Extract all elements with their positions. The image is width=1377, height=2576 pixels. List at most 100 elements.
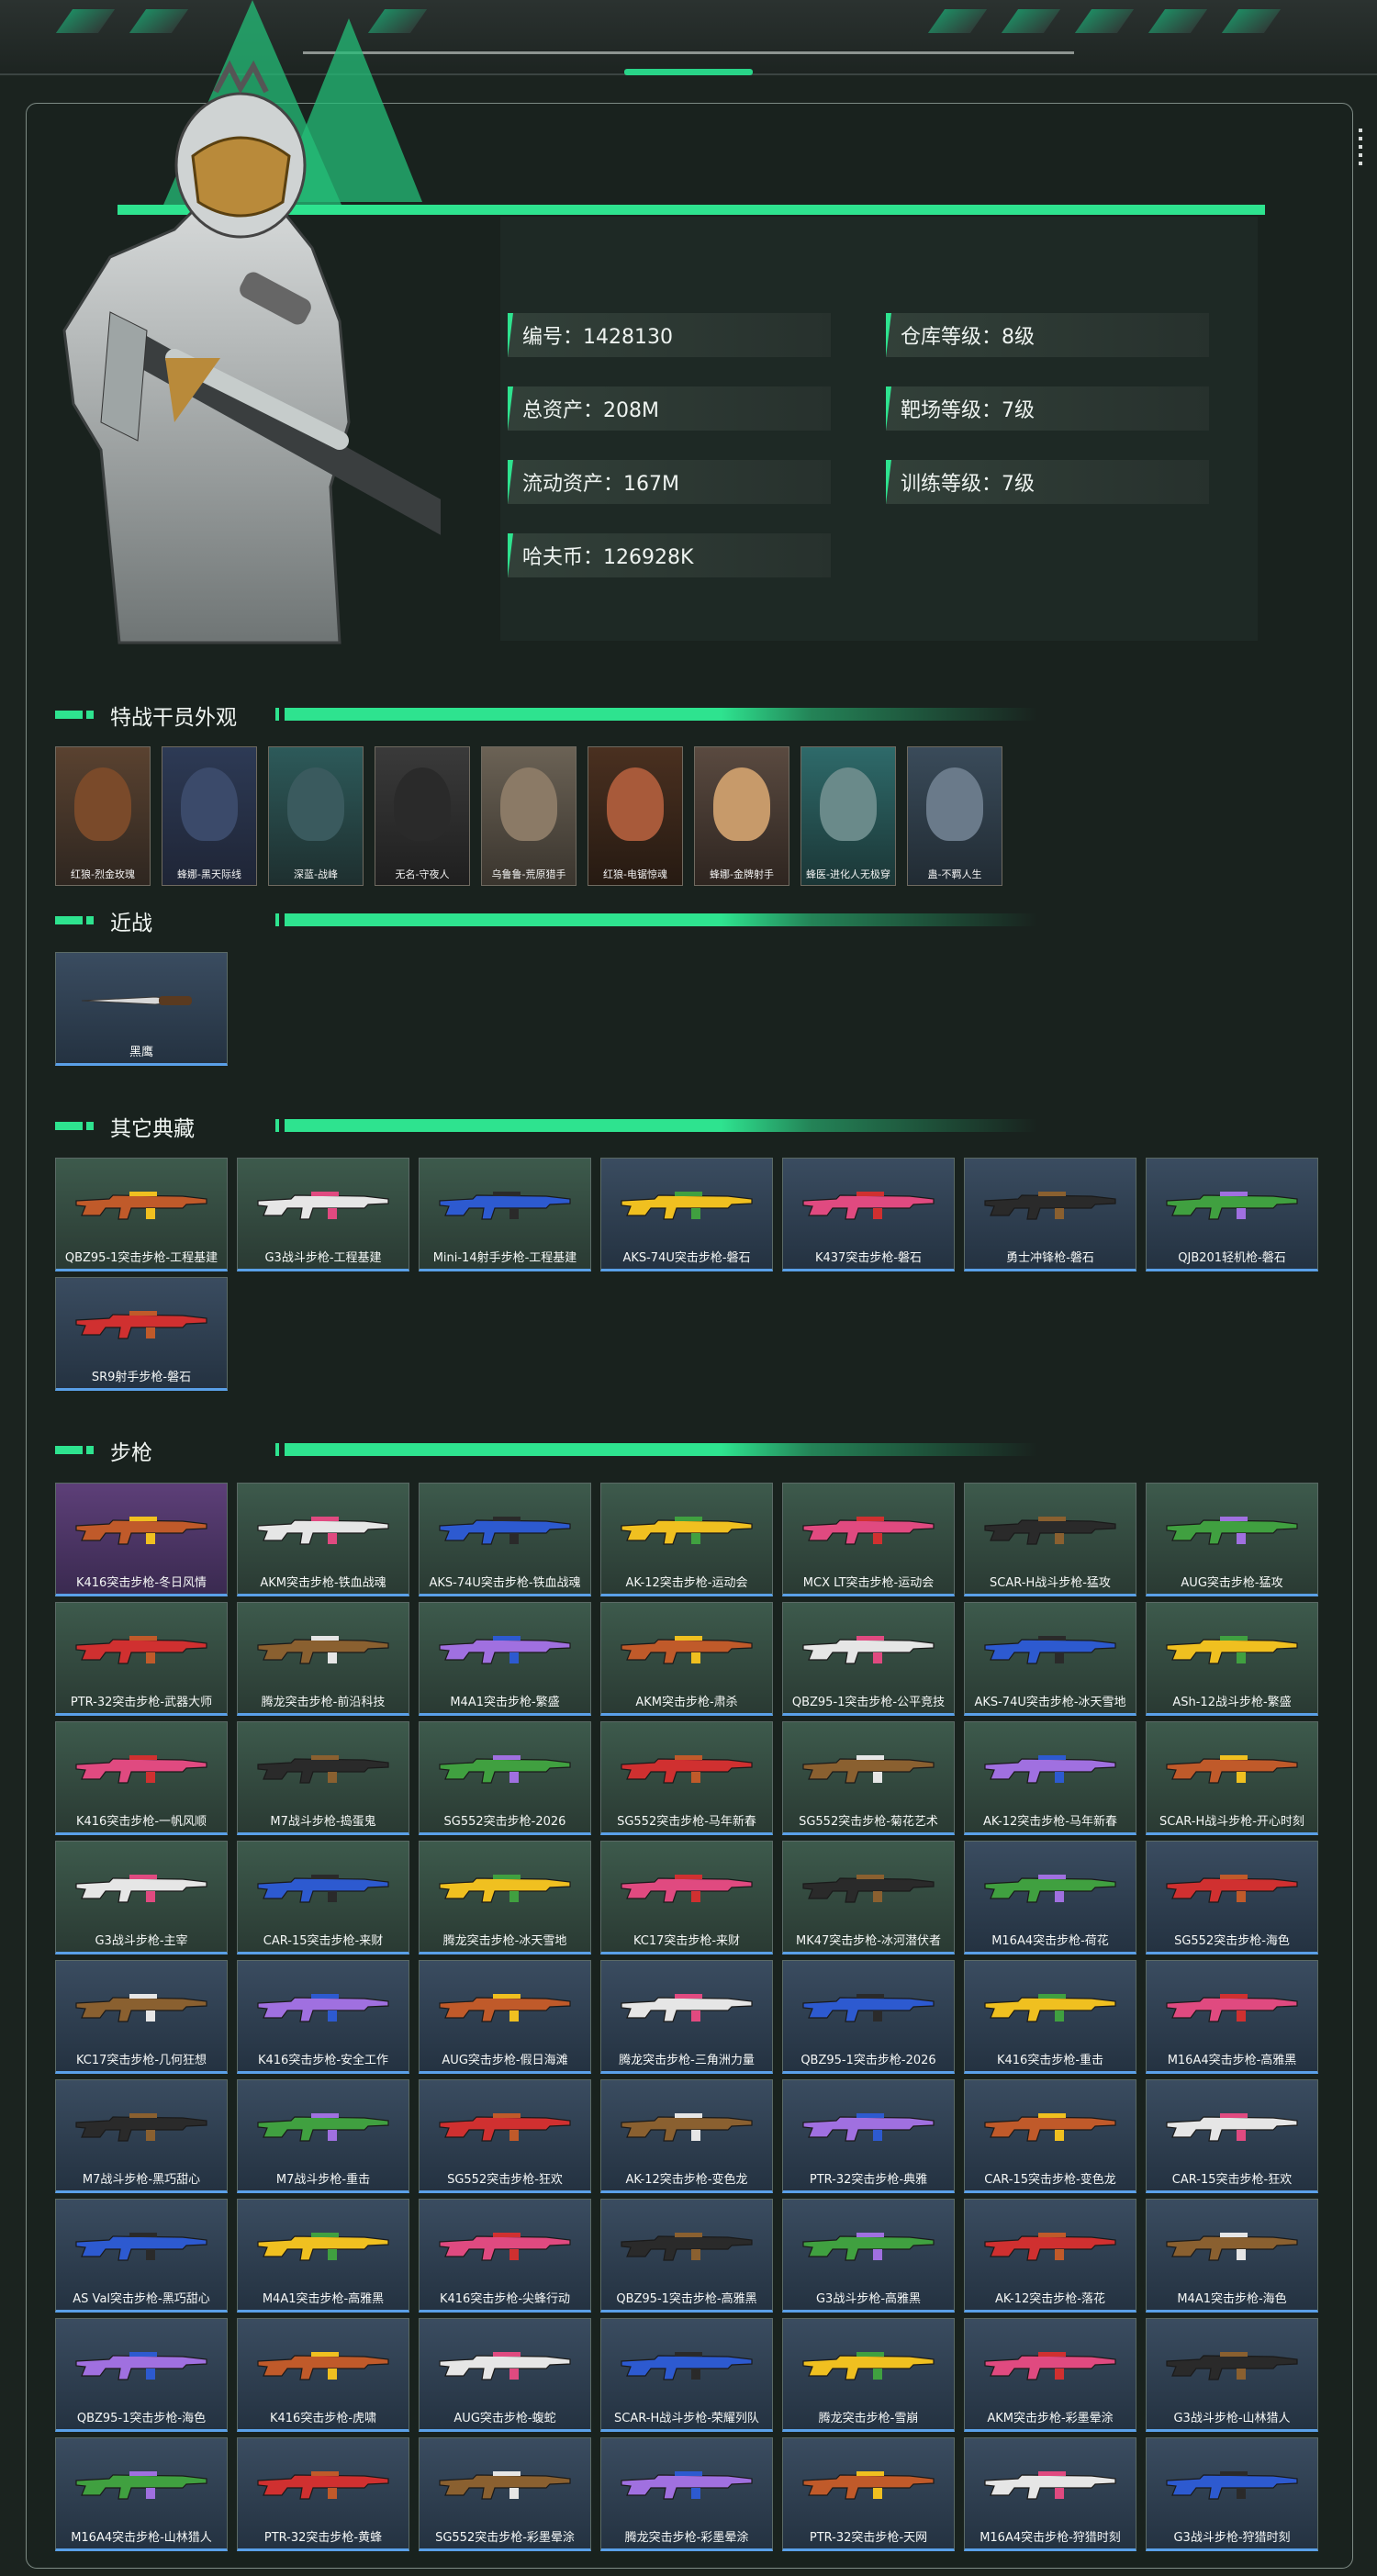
operator-skin-card[interactable]: 红狼-烈金玫瑰 — [55, 746, 151, 886]
rifle-weapon-card[interactable]: K416突击步枪-重击 — [964, 1960, 1136, 2074]
rifle-weapon-card[interactable]: AK-12突击步枪-马年新春 — [964, 1721, 1136, 1835]
operator-skin-card[interactable]: 乌鲁鲁-荒原猎手 — [481, 746, 577, 886]
rifle-weapon-card[interactable]: AS Val突击步枪-黑巧甜心 — [55, 2199, 228, 2313]
rifle-weapon-card[interactable]: SG552突击步枪-狂欢 — [419, 2079, 591, 2193]
rifle-weapon-card[interactable]: SG552突击步枪-海色 — [1146, 1841, 1318, 1954]
rifle-weapon-card[interactable]: K416突击步枪-一帆风顺 — [55, 1721, 228, 1835]
rifle-weapon-card[interactable]: 腾龙突击步枪-前沿科技 — [237, 1602, 409, 1716]
rifle-weapon-card[interactable]: AK-12突击步枪-落花 — [964, 2199, 1136, 2313]
rifle-weapon-card[interactable]: 腾龙突击步枪-雪崩 — [782, 2318, 955, 2432]
operator-skin-card[interactable]: 蛊-不羁人生 — [907, 746, 1002, 886]
weapon-label: 勇士冲锋枪-磐石 — [1006, 1251, 1094, 1265]
rifle-weapon-card[interactable]: AUG突击步枪-蝮蛇 — [419, 2318, 591, 2432]
rifle-weapon-card[interactable]: SG552突击步枪-彩墨晕涂 — [419, 2437, 591, 2551]
weapon-icon — [75, 2352, 207, 2380]
rifle-weapon-card[interactable]: K416突击步枪-冬日风情 — [55, 1483, 228, 1596]
collection-weapon-card[interactable]: QJB201轻机枪-磐石 — [1146, 1158, 1318, 1271]
collection-weapon-card[interactable]: QBZ95-1突击步枪-工程基建 — [55, 1158, 228, 1271]
rifle-weapon-card[interactable]: QBZ95-1突击步枪-海色 — [55, 2318, 228, 2432]
rifle-weapon-card[interactable]: MCX LT突击步枪-运动会 — [782, 1483, 955, 1596]
rifle-weapon-card[interactable]: SG552突击步枪-2026 — [419, 1721, 591, 1835]
collection-weapon-card[interactable]: K437突击步枪-磐石 — [782, 1158, 955, 1271]
rifle-weapon-card[interactable]: AUG突击步枪-假日海滩 — [419, 1960, 591, 2074]
rifle-weapon-card[interactable]: M4A1突击步枪-海色 — [1146, 2199, 1318, 2313]
rifle-weapon-card[interactable]: SCAR-H战斗步枪-开心时刻 — [1146, 1721, 1318, 1835]
operator-skin-card[interactable]: 深蓝-战峰 — [268, 746, 364, 886]
weapon-label: Mini-14射手步枪-工程基建 — [432, 1251, 577, 1265]
operator-skin-card[interactable]: 无名-守夜人 — [375, 746, 470, 886]
weapon-label: M7战斗步枪-捣蛋鬼 — [270, 1815, 376, 1829]
rifle-weapon-card[interactable]: CAR-15突击步枪-狂欢 — [1146, 2079, 1318, 2193]
rifle-weapon-card[interactable]: 腾龙突击步枪-冰天雪地 — [419, 1841, 591, 1954]
rifle-weapon-card[interactable]: PTR-32突击步枪-天网 — [782, 2437, 955, 2551]
rifle-weapon-card[interactable]: G3战斗步枪-高雅黑 — [782, 2199, 955, 2313]
rifle-weapon-card[interactable]: M4A1突击步枪-高雅黑 — [237, 2199, 409, 2313]
rifle-weapon-card[interactable]: PTR-32突击步枪-黄蜂 — [237, 2437, 409, 2551]
rifle-weapon-card[interactable]: AK-12突击步枪-运动会 — [600, 1483, 773, 1596]
weapon-label: QBZ95-1突击步枪-工程基建 — [64, 1251, 218, 1265]
rifle-weapon-card[interactable]: G3战斗步枪-山林猎人 — [1146, 2318, 1318, 2432]
operator-skin-card[interactable]: 蜂娜-黑天际线 — [162, 746, 257, 886]
rifle-weapon-card[interactable]: ASh-12战斗步枪-繁盛 — [1146, 1602, 1318, 1716]
rifle-weapon-card[interactable]: AUG突击步枪-猛攻 — [1146, 1483, 1318, 1596]
rifle-weapon-card[interactable]: M7战斗步枪-捣蛋鬼 — [237, 1721, 409, 1835]
rifle-weapon-card[interactable]: AKM突击步枪-铁血战魂 — [237, 1483, 409, 1596]
weapon-icon — [75, 1755, 207, 1784]
collection-weapon-card[interactable]: 勇士冲锋枪-磐石 — [964, 1158, 1136, 1271]
rifle-weapon-card[interactable]: AKS-74U突击步枪-铁血战魂 — [419, 1483, 591, 1596]
rifle-weapon-card[interactable]: SG552突击步枪-马年新春 — [600, 1721, 773, 1835]
banner-stripe — [55, 9, 116, 33]
operator-skin-card[interactable]: 蜂医-进化人无极穿 — [800, 746, 896, 886]
operator-portrait-icon — [181, 767, 238, 841]
weapon-label: M4A1突击步枪-高雅黑 — [262, 2292, 385, 2306]
rifle-weapon-card[interactable]: AKM突击步枪-彩墨晕涂 — [964, 2318, 1136, 2432]
rifle-weapon-card[interactable]: AK-12突击步枪-变色龙 — [600, 2079, 773, 2193]
weapon-icon — [802, 2113, 935, 2142]
weapon-icon — [621, 2113, 753, 2142]
rifle-weapon-card[interactable]: 腾龙突击步枪-三角洲力量 — [600, 1960, 773, 2074]
rifle-weapon-card[interactable]: M16A4突击步枪-荷花 — [964, 1841, 1136, 1954]
rifle-weapon-card[interactable]: MK47突击步枪-冰河潜伏者 — [782, 1841, 955, 1954]
rifle-weapon-card[interactable]: AKS-74U突击步枪-冰天雪地 — [964, 1602, 1136, 1716]
weapon-label: MCX LT突击步枪-运动会 — [802, 1576, 935, 1590]
weapon-label: QBZ95-1突击步枪-公平竞技 — [791, 1696, 946, 1709]
rifle-weapon-card[interactable]: G3战斗步枪-主宰 — [55, 1841, 228, 1954]
rifle-weapon-card[interactable]: SCAR-H战斗步枪-猛攻 — [964, 1483, 1136, 1596]
collection-weapon-card[interactable]: SR9射手步枪-磐石 — [55, 1277, 228, 1391]
rifle-weapon-card[interactable]: M16A4突击步枪-狩猎时刻 — [964, 2437, 1136, 2551]
rifle-weapon-card[interactable]: QBZ95-1突击步枪-高雅黑 — [600, 2199, 773, 2313]
rifle-weapon-card[interactable]: SG552突击步枪-菊花艺术 — [782, 1721, 955, 1835]
weapon-icon — [621, 1755, 753, 1784]
rifle-weapon-card[interactable]: CAR-15突击步枪-变色龙 — [964, 2079, 1136, 2193]
rifle-weapon-card[interactable]: SCAR-H战斗步枪-荣耀列队 — [600, 2318, 773, 2432]
scroll-handle[interactable] — [1359, 129, 1362, 165]
rifle-weapon-card[interactable]: M16A4突击步枪-山林猎人 — [55, 2437, 228, 2551]
rifle-weapon-card[interactable]: M7战斗步枪-黑巧甜心 — [55, 2079, 228, 2193]
weapon-label: K416突击步枪-一帆风顺 — [75, 1815, 207, 1829]
rifle-weapon-card[interactable]: KC17突击步枪-几何狂想 — [55, 1960, 228, 2074]
collection-weapon-card[interactable]: G3战斗步枪-工程基建 — [237, 1158, 409, 1271]
operator-skin-card[interactable]: 蜂娜-金牌射手 — [694, 746, 789, 886]
rifle-weapon-card[interactable]: K416突击步枪-虎啸 — [237, 2318, 409, 2432]
rifle-weapon-card[interactable]: AKM突击步枪-肃杀 — [600, 1602, 773, 1716]
operator-skin-card[interactable]: 红狼-电锯惊魂 — [588, 746, 683, 886]
melee-weapon-card[interactable]: 黑鹰 — [55, 952, 228, 1066]
rifle-weapon-card[interactable]: QBZ95-1突击步枪-公平竞技 — [782, 1602, 955, 1716]
collection-weapon-card[interactable]: AKS-74U突击步枪-磐石 — [600, 1158, 773, 1271]
rifle-weapon-card[interactable]: KC17突击步枪-来财 — [600, 1841, 773, 1954]
rifle-weapon-card[interactable]: 腾龙突击步枪-彩墨晕涂 — [600, 2437, 773, 2551]
rifle-weapon-card[interactable]: M4A1突击步枪-繁盛 — [419, 1602, 591, 1716]
rifle-weapon-card[interactable]: PTR-32突击步枪-武器大师 — [55, 1602, 228, 1716]
rifle-weapon-card[interactable]: K416突击步枪-安全工作 — [237, 1960, 409, 2074]
rifle-weapon-card[interactable]: K416突击步枪-尖蜂行动 — [419, 2199, 591, 2313]
collection-weapon-card[interactable]: Mini-14射手步枪-工程基建 — [419, 1158, 591, 1271]
rifle-weapon-card[interactable]: PTR-32突击步枪-典雅 — [782, 2079, 955, 2193]
weapon-label: M16A4突击步枪-荷花 — [991, 1934, 1109, 1948]
rifle-weapon-card[interactable]: M7战斗步枪-重击 — [237, 2079, 409, 2193]
operator-skin-label: 蜂医-进化人无极穿 — [806, 868, 890, 880]
rifle-weapon-card[interactable]: G3战斗步枪-狩猎时刻 — [1146, 2437, 1318, 2551]
rifle-weapon-card[interactable]: QBZ95-1突击步枪-2026 — [782, 1960, 955, 2074]
rifle-weapon-card[interactable]: CAR-15突击步枪-来财 — [237, 1841, 409, 1954]
rifle-weapon-card[interactable]: M16A4突击步枪-高雅黑 — [1146, 1960, 1318, 2074]
weapon-label: AK-12突击步枪-落花 — [995, 2292, 1105, 2306]
